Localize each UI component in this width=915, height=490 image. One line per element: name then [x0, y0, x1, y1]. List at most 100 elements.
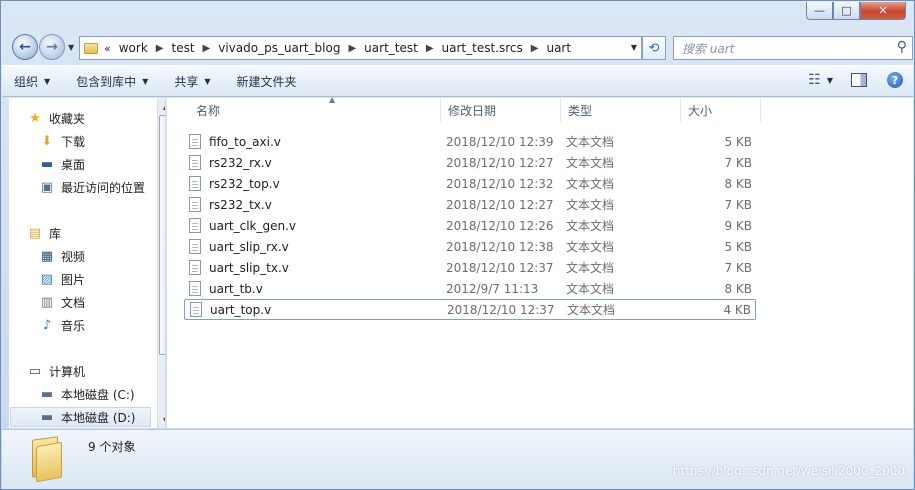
help-icon[interactable]: ? — [887, 72, 903, 88]
breadcrumb-uart[interactable]: uart — [546, 41, 571, 55]
nav-pictures[interactable]: ▨ 图片 — [39, 269, 85, 289]
nav-computer[interactable]: ▭ 计算机 — [27, 361, 85, 381]
search-input[interactable]: 搜索 uart ⚲ — [673, 36, 913, 60]
scroll-up-icon[interactable]: ▲ — [158, 98, 165, 114]
back-button[interactable]: ← — [12, 34, 38, 60]
file-size: 8 KB — [724, 281, 752, 296]
command-bar: 组织 ▼ 包含到库中 ▼ 共享 ▼ 新建文件夹 ☷ ▼ ? — [2, 65, 913, 97]
organize-menu[interactable]: 组织 ▼ — [2, 73, 64, 90]
file-row-selected[interactable]: uart_top.v 2018/12/10 12:37 文本文档 4 KB — [184, 299, 756, 320]
column-header-date[interactable]: 修改日期 — [441, 98, 561, 122]
nav-music[interactable]: ♪ 音乐 — [39, 315, 85, 335]
search-icon[interactable]: ⚲ — [897, 39, 907, 55]
file-date: 2018/12/10 12:38 — [446, 239, 554, 254]
file-name: uart_clk_gen.v — [209, 218, 296, 233]
nav-recent-places[interactable]: ▣ 最近访问的位置 — [39, 177, 145, 197]
file-name: uart_tb.v — [209, 281, 263, 296]
file-row[interactable]: uart_slip_rx.v 2018/12/10 12:38 文本文档 5 K… — [184, 236, 756, 257]
new-folder-button[interactable]: 新建文件夹 — [225, 73, 311, 90]
refresh-button[interactable]: ⟲ — [642, 36, 666, 60]
breadcrumb-vivado-ps-uart-blog[interactable]: vivado_ps_uart_blog — [218, 41, 340, 55]
chevron-down-icon: ▼ — [44, 76, 51, 86]
text-file-icon — [189, 197, 201, 212]
breadcrumb-overflow[interactable]: « — [104, 42, 111, 55]
column-size-label: 大小 — [688, 103, 713, 118]
share-menu[interactable]: 共享 ▼ — [162, 73, 224, 90]
column-type-label: 类型 — [568, 103, 593, 118]
breadcrumb-separator-icon[interactable]: ▶ — [348, 43, 356, 54]
breadcrumb-uart-test-srcs[interactable]: uart_test.srcs — [442, 41, 523, 55]
nav-favorites[interactable]: ★ 收藏夹 — [27, 108, 85, 128]
nav-downloads[interactable]: ⬇ 下载 — [39, 131, 85, 151]
column-header-type[interactable]: 类型 — [561, 98, 681, 122]
text-file-icon — [189, 218, 201, 233]
breadcrumb-separator-icon[interactable]: ▶ — [156, 43, 164, 54]
file-name: rs232_tx.v — [209, 197, 272, 212]
forward-button[interactable]: → — [39, 34, 65, 60]
breadcrumb-separator-icon[interactable]: ▶ — [426, 43, 434, 54]
file-row[interactable]: fifo_to_axi.v 2018/12/10 12:39 文本文档 5 KB — [184, 131, 756, 152]
file-size: 7 KB — [724, 197, 752, 212]
scroll-down-icon[interactable]: ▼ — [158, 412, 165, 428]
nav-documents-label: 文档 — [61, 295, 86, 310]
nav-drive-d[interactable]: ▬ 本地磁盘 (D:) — [10, 407, 151, 427]
recent-places-icon: ▣ — [40, 179, 54, 195]
include-in-library-menu[interactable]: 包含到库中 ▼ — [64, 73, 162, 90]
recent-pages-dropdown[interactable]: ▼ — [68, 43, 74, 52]
nav-recent-places-label: 最近访问的位置 — [61, 180, 146, 195]
file-type: 文本文档 — [566, 177, 615, 191]
breadcrumb-separator-icon[interactable]: ▶ — [531, 43, 539, 54]
text-file-icon — [189, 155, 201, 170]
file-size: 5 KB — [724, 239, 752, 254]
breadcrumb-test[interactable]: test — [171, 41, 194, 55]
details-pane: 9 个对象 https://blog.csdn.net/weisili2000_… — [2, 429, 913, 489]
file-date: 2018/12/10 12:27 — [446, 197, 554, 212]
nav-music-label: 音乐 — [61, 318, 86, 333]
nav-downloads-label: 下载 — [61, 134, 86, 149]
nav-scrollbar[interactable]: ▲ ≡ ▼ — [157, 98, 165, 428]
nav-desktop[interactable]: ▬ 桌面 — [39, 154, 85, 174]
file-name: uart_slip_rx.v — [209, 239, 289, 254]
file-row[interactable]: rs232_tx.v 2018/12/10 12:27 文本文档 7 KB — [184, 194, 756, 215]
nav-libraries[interactable]: ▤ 库 — [27, 223, 61, 243]
nav-desktop-label: 桌面 — [61, 157, 86, 172]
computer-icon: ▭ — [28, 363, 42, 379]
chevron-down-icon[interactable]: ▼ — [827, 76, 833, 85]
file-row[interactable]: rs232_top.v 2018/12/10 12:32 文本文档 8 KB — [184, 173, 756, 194]
breadcrumb-uart-test[interactable]: uart_test — [364, 41, 418, 55]
chevron-down-icon: ▼ — [630, 43, 637, 52]
minimize-button[interactable]: — — [806, 2, 833, 20]
file-row[interactable]: uart_clk_gen.v 2018/12/10 12:26 文本文档 9 K… — [184, 215, 756, 236]
address-dropdown[interactable]: ▼ — [631, 43, 637, 52]
breadcrumb-work[interactable]: work — [119, 41, 148, 55]
close-button[interactable]: ✕ — [860, 2, 906, 20]
text-file-icon — [189, 260, 201, 275]
file-row[interactable]: uart_slip_tx.v 2018/12/10 12:37 文本文档 7 K… — [184, 257, 756, 278]
address-bar[interactable]: « work ▶ test ▶ vivado_ps_uart_blog ▶ ua… — [79, 36, 642, 60]
view-mode-icon[interactable]: ☷ — [808, 72, 821, 88]
address-row: ← → ▼ « work ▶ test ▶ vivado_ps_uart_blo… — [9, 33, 913, 61]
file-size: 4 KB — [723, 302, 751, 317]
column-header-name[interactable]: 名称 ▲ — [189, 95, 441, 122]
file-date: 2018/12/10 12:39 — [446, 134, 554, 149]
file-type: 文本文档 — [566, 135, 615, 149]
file-row[interactable]: rs232_rx.v 2018/12/10 12:27 文本文档 7 KB — [184, 152, 756, 173]
file-type: 文本文档 — [566, 282, 615, 296]
preview-pane-icon[interactable] — [851, 73, 867, 87]
file-type: 文本文档 — [566, 240, 615, 254]
maximize-button[interactable]: □ — [833, 2, 860, 20]
text-file-icon — [190, 302, 202, 317]
scroll-thumb[interactable]: ≡ — [159, 115, 165, 355]
search-placeholder: 搜索 uart — [682, 41, 735, 56]
chevron-down-icon: ▼ — [68, 43, 75, 52]
library-icon: ▤ — [28, 225, 42, 241]
item-count: 9 个对象 — [88, 440, 136, 454]
column-header-size[interactable]: 大小 — [681, 98, 761, 122]
file-date: 2018/12/10 12:37 — [447, 302, 555, 317]
nav-videos[interactable]: ▦ 视频 — [39, 246, 85, 266]
nav-documents[interactable]: ▥ 文档 — [39, 292, 85, 312]
folder-icon — [30, 436, 64, 483]
nav-drive-c[interactable]: ▬ 本地磁盘 (C:) — [39, 384, 135, 404]
file-row[interactable]: uart_tb.v 2012/9/7 11:13 文本文档 8 KB — [184, 278, 756, 299]
breadcrumb-separator-icon[interactable]: ▶ — [203, 43, 211, 54]
